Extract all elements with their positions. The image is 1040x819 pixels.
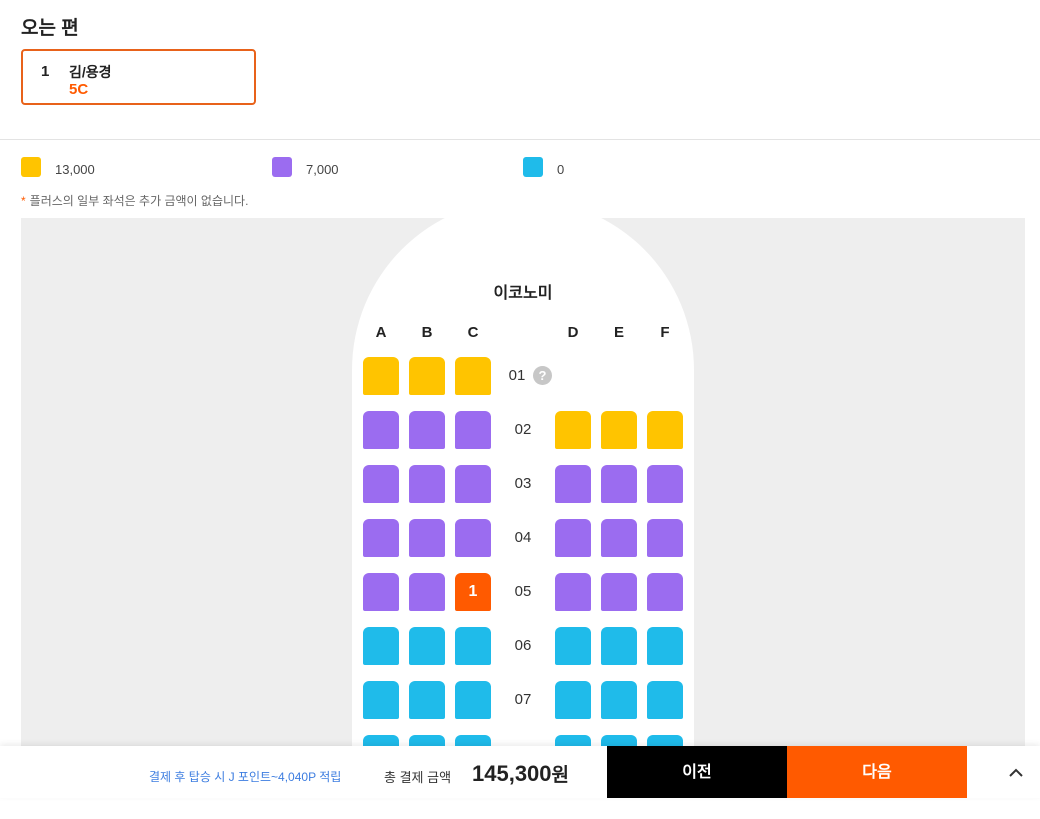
legend-label-standard: 0 bbox=[557, 162, 565, 177]
row-label-01: 01 bbox=[508, 367, 526, 384]
seat-02B[interactable] bbox=[409, 411, 445, 449]
seat-03C[interactable] bbox=[455, 465, 491, 503]
column-label-e: E bbox=[613, 324, 624, 341]
seat-06D[interactable] bbox=[555, 627, 591, 665]
seat-01B[interactable] bbox=[409, 357, 445, 395]
seat-06A[interactable] bbox=[363, 627, 399, 665]
next-button[interactable]: 다음 bbox=[787, 746, 967, 798]
legend-swatch-plus bbox=[272, 157, 292, 177]
seat-03A[interactable] bbox=[363, 465, 399, 503]
bottom-bar: 결제 후 탑승 시 J 포인트~4,040P 적립 총 결제 금액 145,30… bbox=[0, 746, 1040, 798]
column-label-d: D bbox=[567, 324, 579, 341]
seat-04B[interactable] bbox=[409, 519, 445, 557]
seat-04C[interactable] bbox=[455, 519, 491, 557]
row-label-04: 04 bbox=[514, 529, 532, 546]
note-text: 플러스의 일부 좌석은 추가 금액이 없습니다. bbox=[29, 194, 249, 208]
seat-02A[interactable] bbox=[363, 411, 399, 449]
seat-06E[interactable] bbox=[601, 627, 637, 665]
note-asterisk: * bbox=[21, 194, 26, 208]
row-label-07: 07 bbox=[514, 691, 532, 708]
seat-04F[interactable] bbox=[647, 519, 683, 557]
seat-02D[interactable] bbox=[555, 411, 591, 449]
column-label-f: F bbox=[660, 324, 670, 341]
seat-05F[interactable] bbox=[647, 573, 683, 611]
seat-05A[interactable] bbox=[363, 573, 399, 611]
seat-06B[interactable] bbox=[409, 627, 445, 665]
passenger-seat: 5C bbox=[69, 81, 89, 98]
seat-05B[interactable] bbox=[409, 573, 445, 611]
aircraft-fuselage: 이코노미 A B C D E F 01? 02 03 04 05 1 06 07 bbox=[352, 199, 694, 819]
seat-04E[interactable] bbox=[601, 519, 637, 557]
legend-swatch-standard bbox=[523, 157, 543, 177]
seat-06F[interactable] bbox=[647, 627, 683, 665]
legend-swatch-premium bbox=[21, 157, 41, 177]
passenger-card[interactable]: 1 김/용경 5C bbox=[21, 49, 256, 105]
section-divider bbox=[0, 139, 1040, 140]
seat-07A[interactable] bbox=[363, 681, 399, 719]
seat-price-note: * 플러스의 일부 좌석은 추가 금액이 없습니다. bbox=[21, 192, 248, 209]
cabin-class-label: 이코노미 bbox=[493, 285, 553, 302]
column-label-c: C bbox=[467, 324, 479, 341]
seat-07F[interactable] bbox=[647, 681, 683, 719]
seat-06C[interactable] bbox=[455, 627, 491, 665]
seat-03E[interactable] bbox=[601, 465, 637, 503]
points-info-link[interactable]: 결제 후 탑승 시 J 포인트~4,040P 적립 bbox=[149, 768, 341, 785]
seat-02E[interactable] bbox=[601, 411, 637, 449]
row-label-02: 02 bbox=[514, 421, 532, 438]
currency-unit: 원 bbox=[551, 765, 570, 786]
total-payment-amount: 145,300원 bbox=[472, 760, 569, 787]
passenger-name: 김/용경 bbox=[69, 64, 112, 80]
column-label-a: A bbox=[375, 324, 387, 341]
seat-05E[interactable] bbox=[601, 573, 637, 611]
help-icon[interactable]: ? bbox=[533, 366, 552, 385]
total-payment-label: 총 결제 금액 bbox=[384, 770, 452, 785]
seat-selected-05C[interactable]: 1 bbox=[455, 573, 491, 611]
total-amount-value: 145,300 bbox=[472, 761, 552, 786]
seat-03D[interactable] bbox=[555, 465, 591, 503]
row-label-03: 03 bbox=[514, 475, 532, 492]
legend-label-plus: 7,000 bbox=[306, 162, 339, 177]
page-title: 오는 편 bbox=[21, 18, 79, 39]
seat-02C[interactable] bbox=[455, 411, 491, 449]
seat-03F[interactable] bbox=[647, 465, 683, 503]
seat-07D[interactable] bbox=[555, 681, 591, 719]
seat-04D[interactable] bbox=[555, 519, 591, 557]
seat-04A[interactable] bbox=[363, 519, 399, 557]
row-label-06: 06 bbox=[514, 637, 532, 654]
column-label-b: B bbox=[421, 324, 433, 341]
seat-07E[interactable] bbox=[601, 681, 637, 719]
row-label-05: 05 bbox=[514, 583, 532, 600]
legend-label-premium: 13,000 bbox=[55, 162, 95, 177]
seat-01C[interactable] bbox=[455, 357, 491, 395]
previous-button[interactable]: 이전 bbox=[607, 746, 787, 798]
seat-05D[interactable] bbox=[555, 573, 591, 611]
seat-02F[interactable] bbox=[647, 411, 683, 449]
seat-07C[interactable] bbox=[455, 681, 491, 719]
seat-07B[interactable] bbox=[409, 681, 445, 719]
seat-01A[interactable] bbox=[363, 357, 399, 395]
chevron-up-icon[interactable] bbox=[1007, 766, 1025, 780]
seat-03B[interactable] bbox=[409, 465, 445, 503]
passenger-number: 1 bbox=[41, 63, 50, 80]
